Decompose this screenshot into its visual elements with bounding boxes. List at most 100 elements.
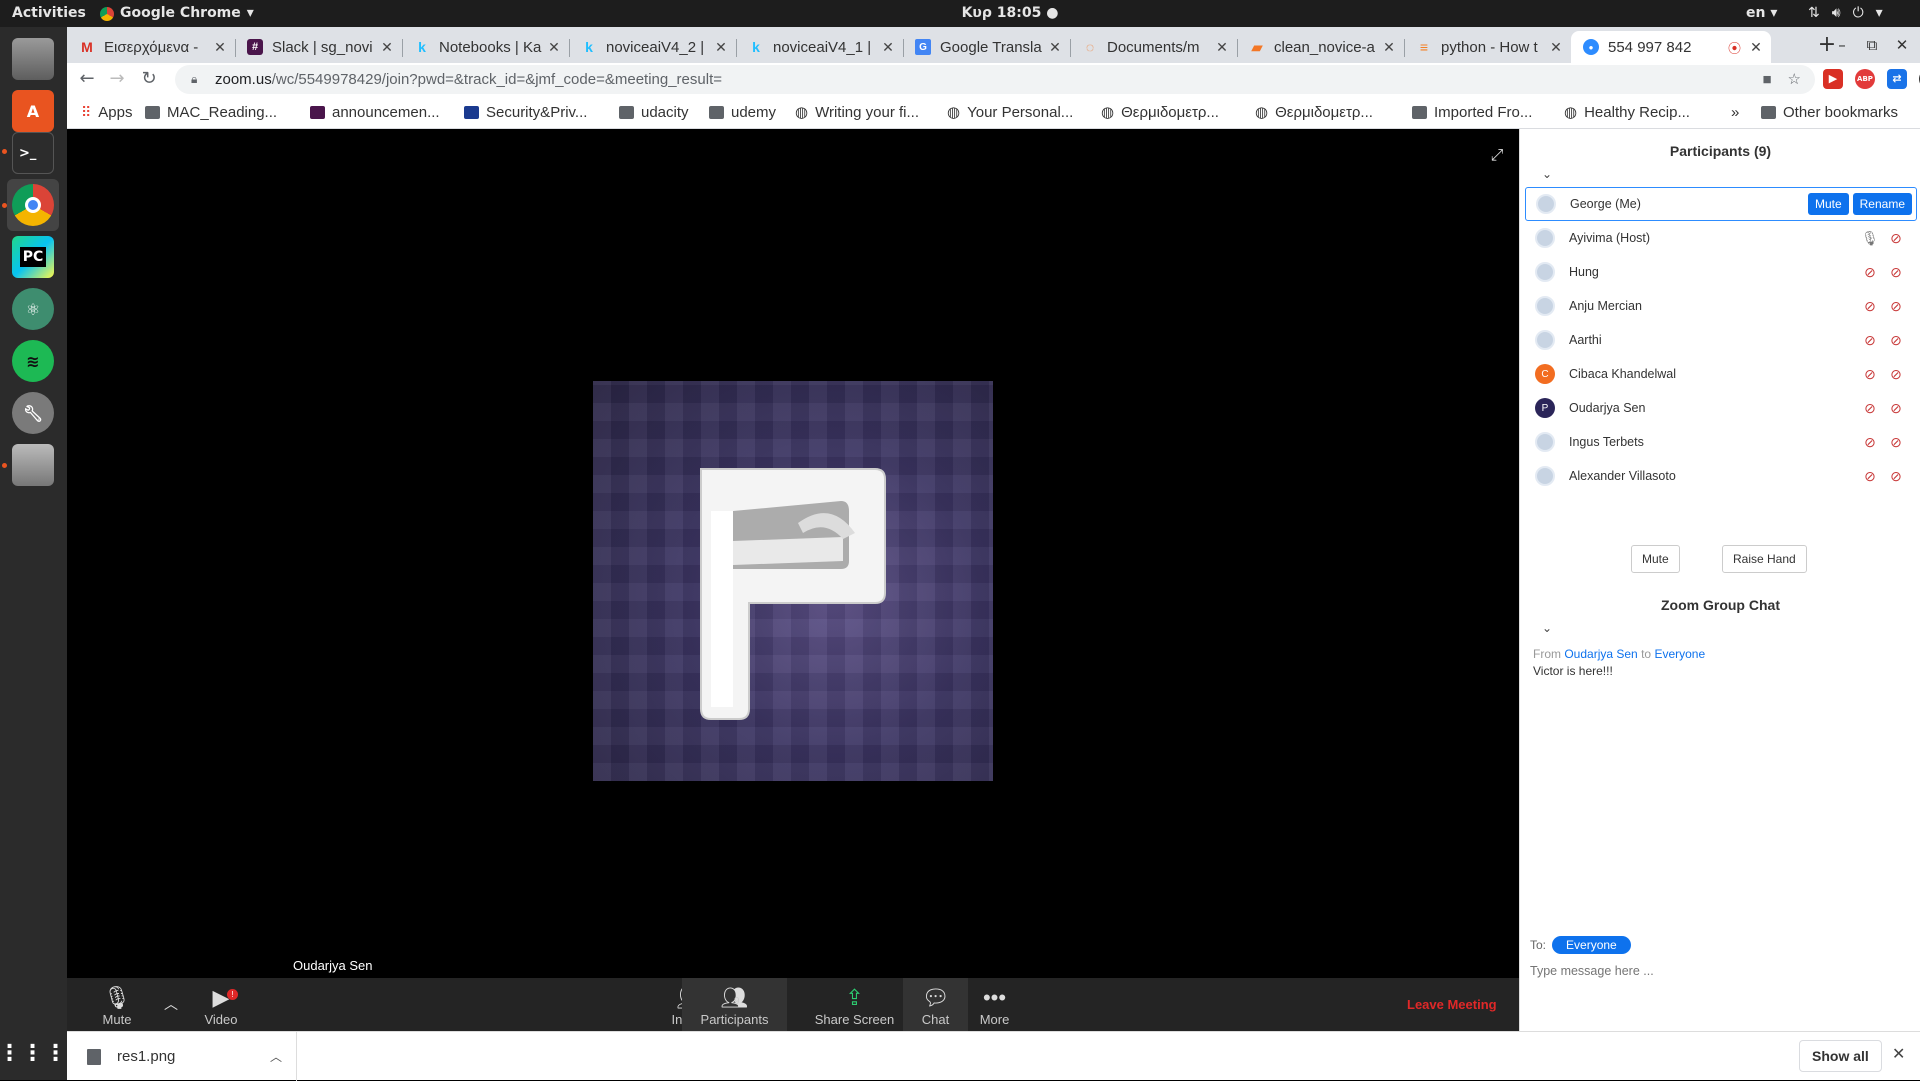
show-all-downloads-button[interactable]: Show all: [1799, 1040, 1882, 1072]
participant-row[interactable]: Alexander Villasoto ⊘ ⊘: [1525, 459, 1917, 493]
bookmark-apps[interactable]: ⠿ Apps: [81, 96, 132, 129]
app-menu[interactable]: Google Chrome ▾: [100, 0, 254, 27]
pycharm-icon: PC: [12, 236, 54, 278]
bookmark-announcements[interactable]: announcemen...: [310, 96, 440, 129]
bookmark-udemy[interactable]: udemy: [709, 96, 776, 129]
share-screen-button[interactable]: ⇪ Share Screen: [802, 978, 907, 1031]
close-icon[interactable]: ✕: [1547, 39, 1565, 56]
tab-clean-novice[interactable]: ▰ clean_novice-a ✕: [1237, 31, 1404, 63]
tab-gmail[interactable]: M Εισερχόμενα - ✕: [67, 31, 235, 63]
close-icon[interactable]: ✕: [545, 39, 563, 56]
participant-row[interactable]: Hung ⊘ ⊘: [1525, 255, 1917, 289]
tab-kaggle-v4-2[interactable]: k noviceaiV4_2 | ✕: [569, 31, 736, 63]
participant-row[interactable]: C Cibaca Khandelwal ⊘ ⊘: [1525, 357, 1917, 391]
notebook-icon: ▰: [1251, 38, 1263, 55]
more-button[interactable]: ••• More: [962, 978, 1027, 1031]
dock-show-apps[interactable]: ⋮⋮⋮: [0, 1027, 67, 1079]
chevron-up-icon[interactable]: ︿: [270, 1048, 282, 1065]
window-close-button[interactable]: ✕: [1889, 33, 1915, 57]
close-icon[interactable]: ✕: [1213, 39, 1231, 56]
close-icon[interactable]: ✕: [1046, 39, 1064, 56]
mute-button[interactable]: 🎙︎ Mute: [77, 978, 157, 1031]
raise-hand-button[interactable]: Raise Hand: [1722, 545, 1807, 573]
close-icon[interactable]: ✕: [211, 39, 229, 56]
tab-slack[interactable]: # Slack | sg_novi ✕: [235, 31, 402, 63]
tab-kaggle-v4-1[interactable]: k noviceaiV4_1 | ✕: [736, 31, 903, 63]
participant-row-me[interactable]: George (Me) Mute Rename: [1525, 187, 1917, 221]
dock-spotify[interactable]: ≋: [7, 335, 59, 387]
chat-sender[interactable]: Oudarjya Sen: [1564, 647, 1637, 661]
tab-stackoverflow[interactable]: ≡ python - How t ✕: [1404, 31, 1571, 63]
bookmark-other[interactable]: Other bookmarks: [1761, 96, 1898, 129]
recipient-dropdown[interactable]: Everyone: [1552, 936, 1631, 954]
collapse-participants-icon[interactable]: ⌄: [1542, 167, 1552, 181]
more-label: More: [979, 1012, 1010, 1027]
bookmark-star-icon[interactable]: ☆: [1788, 65, 1801, 94]
dock-chrome[interactable]: [7, 179, 59, 231]
tab-jupyter-documents[interactable]: ◌ Documents/m ✕: [1070, 31, 1237, 63]
participant-row[interactable]: Ingus Terbets ⊘ ⊘: [1525, 425, 1917, 459]
translate-extension-icon[interactable]: ⇄: [1887, 69, 1907, 89]
dock-atom[interactable]: ⚛: [7, 283, 59, 335]
dock-screenshot-tool[interactable]: [7, 439, 59, 491]
collapse-chat-icon[interactable]: ⌄: [1542, 621, 1552, 635]
leave-meeting-button[interactable]: Leave Meeting: [1407, 978, 1497, 1031]
bookmark-security-privacy[interactable]: Security&Priv...: [464, 96, 587, 129]
side-panel: Participants (9) ⌄ George (Me) Mute Rena…: [1519, 129, 1920, 1031]
close-icon[interactable]: ✕: [1892, 1044, 1905, 1064]
video-extension-icon[interactable]: ▶: [1823, 69, 1843, 89]
participant-row[interactable]: Anju Mercian ⊘ ⊘: [1525, 289, 1917, 323]
fullscreen-icon[interactable]: ⤢: [1487, 145, 1507, 165]
video-button[interactable]: ▶! Video: [181, 978, 261, 1031]
dock-pycharm[interactable]: PC: [7, 231, 59, 283]
close-icon[interactable]: ✕: [879, 39, 897, 56]
system-tray[interactable]: ⇅ 🔊︎ ⏻ ▾: [1808, 0, 1883, 27]
bookmarks-overflow-button[interactable]: »: [1731, 96, 1739, 129]
bookmark-healthy-recipes[interactable]: ◍ Healthy Recip...: [1564, 96, 1690, 129]
participant-mute-button[interactable]: Mute: [1807, 193, 1849, 215]
participants-button[interactable]: 👥︎ 9 Participants: [682, 978, 787, 1031]
bookmark-udacity[interactable]: udacity: [619, 96, 689, 129]
tab-title: python - How t: [1441, 38, 1538, 56]
language-indicator[interactable]: en ▾: [1746, 0, 1777, 27]
bookmark-thermidometro-2[interactable]: ◍ Θερμιδομετρ...: [1255, 96, 1373, 129]
reload-button[interactable]: ↻: [137, 67, 161, 91]
chat-message-input[interactable]: [1530, 959, 1910, 983]
close-icon[interactable]: ✕: [1747, 39, 1765, 56]
close-icon[interactable]: ✕: [1380, 39, 1398, 56]
address-bar[interactable]: 🔒︎ zoom.us/wc/5549978429/join?pwd=&track…: [175, 65, 1815, 94]
dock-files[interactable]: [7, 33, 59, 85]
camera-in-use-icon[interactable]: ■: [1762, 65, 1771, 94]
dock-terminal[interactable]: >_: [7, 127, 59, 179]
bookmark-writing[interactable]: ◍ Writing your fi...: [795, 96, 919, 129]
clock[interactable]: Κυρ 18:05 ●: [920, 0, 1100, 27]
participant-row[interactable]: Ayivima (Host) 🎙︎ ⊘: [1525, 221, 1917, 255]
dock-settings[interactable]: 🔧︎: [7, 387, 59, 439]
bookmark-mac-reading[interactable]: MAC_Reading...: [145, 96, 277, 129]
chat-message: From Oudarjya Sen to Everyone Victor is …: [1533, 646, 1705, 680]
close-icon[interactable]: ✕: [378, 39, 396, 56]
microphone-icon: 🎙︎: [103, 985, 131, 1010]
avatar: [1535, 228, 1555, 248]
close-icon[interactable]: ✕: [712, 39, 730, 56]
activities-button[interactable]: Activities: [12, 0, 86, 27]
bookmark-imported[interactable]: Imported Fro...: [1412, 96, 1532, 129]
tab-kaggle-notebooks[interactable]: k Notebooks | Ka ✕: [402, 31, 569, 63]
bookmark-thermidometro-1[interactable]: ◍ Θερμιδομετρ...: [1101, 96, 1219, 129]
minimize-button[interactable]: –: [1829, 33, 1855, 57]
participant-row[interactable]: Aarthi ⊘ ⊘: [1525, 323, 1917, 357]
back-button[interactable]: ←: [75, 67, 99, 91]
maximize-button[interactable]: ⧉: [1859, 33, 1885, 57]
participant-row[interactable]: P Oudarjya Sen ⊘ ⊘: [1525, 391, 1917, 425]
download-item[interactable]: res1.png ︿: [67, 1032, 297, 1081]
forward-button[interactable]: →: [105, 67, 129, 91]
audio-options-button[interactable]: ︿: [159, 978, 183, 1031]
chat-recipient[interactable]: Everyone: [1654, 647, 1705, 661]
chat-button[interactable]: 💬︎ Chat: [903, 978, 968, 1031]
rename-button[interactable]: Rename: [1852, 193, 1912, 215]
adblock-icon[interactable]: ABP: [1855, 69, 1875, 89]
mute-self-button[interactable]: Mute: [1631, 545, 1680, 573]
tab-google-translate[interactable]: G Google Transla ✕: [903, 31, 1070, 63]
tab-zoom-meeting[interactable]: ● 554 997 842 ⦿ ✕: [1571, 31, 1771, 63]
bookmark-your-personal[interactable]: ◍ Your Personal...: [947, 96, 1073, 129]
